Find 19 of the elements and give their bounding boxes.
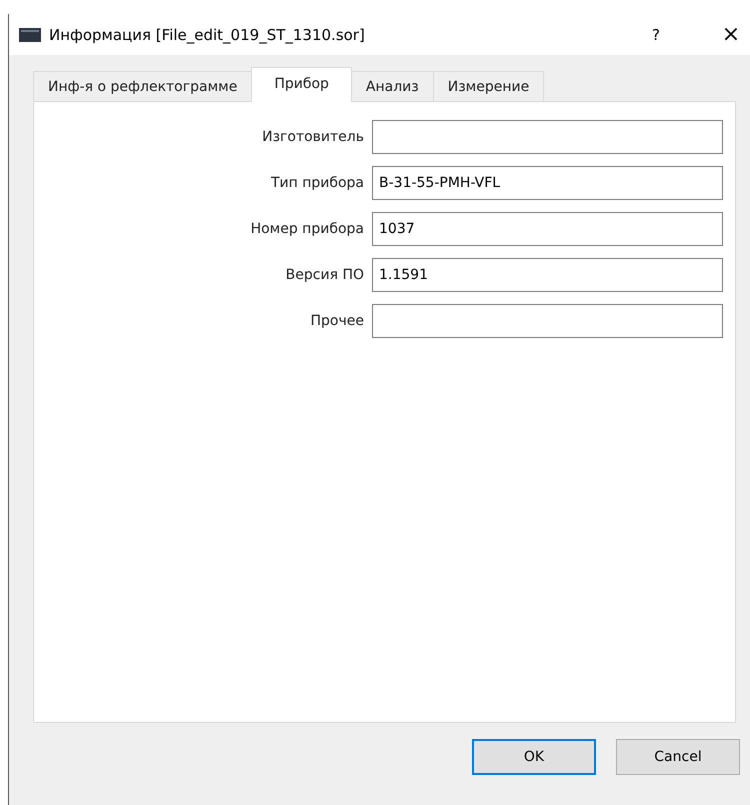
input-field[interactable]: B-31-55-PMH-VFL [372, 166, 723, 200]
help-button[interactable]: ? [636, 26, 676, 44]
dialog-button[interactable]: OK [472, 739, 596, 775]
tab[interactable]: Инф-я о рефлектограмме [33, 71, 252, 101]
window-title: Информация [File_edit_019_ST_1310.sor] [49, 26, 366, 44]
field-label: Номер прибора [250, 220, 364, 236]
input-field[interactable] [372, 304, 723, 338]
tab[interactable]: Измерение [432, 71, 544, 101]
window-icon [19, 28, 41, 42]
field-label: Тип прибора [270, 174, 364, 190]
field-label: Прочее [310, 312, 364, 328]
input-field[interactable]: 1037 [372, 212, 723, 246]
dialog-button[interactable]: Cancel [616, 739, 740, 775]
tab[interactable]: Прибор [251, 67, 352, 102]
field-label: Версия ПО [284, 266, 364, 282]
input-field[interactable] [372, 120, 723, 154]
close-button[interactable]: × [716, 22, 746, 47]
field-label: Изготовитель [261, 128, 364, 144]
input-field[interactable]: 1.1591 [372, 258, 723, 292]
